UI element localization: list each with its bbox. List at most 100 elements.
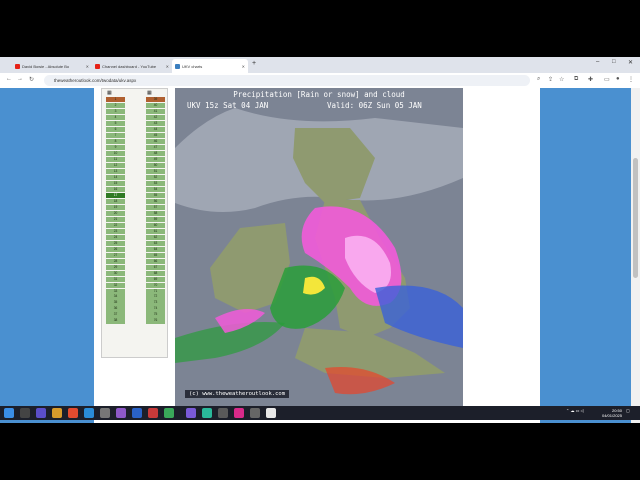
tab-1[interactable]: David Bowie - Absolute Bo ✕: [12, 59, 92, 73]
sidebar-icon[interactable]: ▭: [604, 76, 610, 83]
hour-cell[interactable]: 31: [106, 276, 125, 282]
minimize-icon[interactable]: –: [596, 59, 599, 65]
hour-cell[interactable]: 51: [146, 168, 165, 175]
app-icon[interactable]: [68, 408, 78, 418]
puzzle-icon[interactable]: ✚: [588, 76, 593, 83]
hour-cell[interactable]: 64: [146, 246, 165, 252]
hour-cell[interactable]: 30: [106, 270, 125, 276]
hour-cell[interactable]: 22: [106, 222, 125, 229]
app-icon[interactable]: [250, 408, 260, 418]
tab-3[interactable]: UKV charts ✕: [172, 59, 248, 73]
edge-icon[interactable]: [84, 408, 94, 418]
search-icon[interactable]: [20, 408, 30, 418]
hour-cell[interactable]: 62: [146, 234, 165, 241]
hour-cell[interactable]: 26: [106, 246, 125, 252]
hour-cell[interactable]: 18: [106, 198, 125, 205]
hour-cell[interactable]: 25: [106, 240, 125, 247]
hour-cell[interactable]: 45: [146, 132, 165, 139]
hour-cell[interactable]: 74: [146, 306, 165, 312]
tab-2[interactable]: Channel dashboard - YouTube ✕: [92, 59, 172, 73]
hour-cell[interactable]: 21: [106, 216, 125, 223]
hour-cell[interactable]: 52: [146, 174, 165, 181]
hour-cell[interactable]: 39: [146, 97, 165, 103]
close-icon[interactable]: ✕: [166, 64, 169, 69]
reload-icon[interactable]: ↻: [29, 76, 34, 83]
hour-cell[interactable]: 4: [106, 114, 125, 121]
profile-icon[interactable]: ●: [616, 76, 620, 82]
app-icon[interactable]: [116, 408, 126, 418]
tray-icons[interactable]: ⌃ ☁ ▭ ◁: [566, 408, 584, 413]
hour-cell[interactable]: 68: [146, 270, 165, 276]
hour-cell[interactable]: 33: [106, 288, 125, 294]
chrome-icon[interactable]: [266, 408, 276, 418]
app-icon[interactable]: [234, 408, 244, 418]
bookmark-star-icon[interactable]: ☆: [559, 76, 564, 83]
hour-cell[interactable]: 56: [146, 198, 165, 205]
hour-cell[interactable]: 46: [146, 138, 165, 145]
hour-cell[interactable]: 9: [106, 144, 125, 151]
hour-cell[interactable]: 72: [146, 294, 165, 300]
hour-cell[interactable]: 37: [106, 312, 125, 318]
hour-cell[interactable]: 23: [106, 228, 125, 235]
hour-cell[interactable]: 27: [106, 252, 125, 258]
hour-cell[interactable]: 71: [146, 288, 165, 294]
hour-cell[interactable]: 8: [106, 138, 125, 145]
hour-cell[interactable]: 75: [146, 312, 165, 318]
hour-cell[interactable]: 69: [146, 276, 165, 282]
hour-cell[interactable]: 67: [146, 264, 165, 270]
hour-cell[interactable]: 50: [146, 162, 165, 169]
share-icon[interactable]: ⇪: [548, 76, 553, 83]
clock[interactable]: 20:50 04/01/2025: [598, 408, 622, 418]
hour-cell[interactable]: 16: [106, 186, 125, 193]
app-icon[interactable]: [132, 408, 142, 418]
hour-cell[interactable]: 35: [106, 300, 125, 306]
hour-cell[interactable]: 11: [106, 156, 125, 163]
close-icon[interactable]: ✕: [86, 64, 89, 69]
back-icon[interactable]: ←: [6, 76, 12, 82]
menu-icon[interactable]: ⋮: [628, 76, 634, 83]
hour-cell[interactable]: 6: [106, 126, 125, 133]
hour-cell[interactable]: 3: [106, 108, 125, 115]
hour-cell[interactable]: 41: [146, 108, 165, 115]
hour-cell[interactable]: 7: [106, 132, 125, 139]
app-icon[interactable]: [218, 408, 228, 418]
hour-cell[interactable]: 63: [146, 240, 165, 247]
hour-cell[interactable]: 61: [146, 228, 165, 235]
close-window-icon[interactable]: ✕: [628, 59, 633, 66]
app-icon[interactable]: [148, 408, 158, 418]
hour-cell[interactable]: 36: [106, 306, 125, 312]
maximize-icon[interactable]: □: [612, 59, 616, 65]
hour-cell[interactable]: 19: [106, 204, 125, 211]
hour-cell[interactable]: 34: [106, 294, 125, 300]
hour-cell[interactable]: 65: [146, 252, 165, 258]
hour-cell[interactable]: 29: [106, 264, 125, 270]
app-icon[interactable]: [100, 408, 110, 418]
hour-cell[interactable]: 55: [146, 192, 165, 199]
hour-cell[interactable]: 5: [106, 120, 125, 127]
hour-cell[interactable]: 20: [106, 210, 125, 217]
hour-cell[interactable]: 44: [146, 126, 165, 133]
hour-cell[interactable]: 13: [106, 168, 125, 175]
hour-cell[interactable]: 24: [106, 234, 125, 241]
hour-cell[interactable]: 14: [106, 174, 125, 181]
hour-cell[interactable]: 70: [146, 282, 165, 288]
hour-cell[interactable]: 57: [146, 204, 165, 211]
notification-icon[interactable]: ▢: [626, 408, 630, 413]
close-icon[interactable]: ✕: [242, 64, 245, 69]
folder-icon[interactable]: [52, 408, 62, 418]
hour-cell[interactable]: 76: [146, 318, 165, 324]
hour-cell[interactable]: 38: [106, 318, 125, 324]
scrollbar-thumb[interactable]: [633, 158, 638, 278]
hour-cell[interactable]: 10: [106, 150, 125, 157]
hour-cell[interactable]: 49: [146, 156, 165, 163]
app-icon[interactable]: [202, 408, 212, 418]
hour-cell[interactable]: 60: [146, 222, 165, 229]
url-field[interactable]: theweatheroutlook.com/twodata/ukv.aspx: [44, 75, 530, 86]
new-tab-button[interactable]: +: [252, 60, 256, 67]
app-icon[interactable]: [36, 408, 46, 418]
hour-cell[interactable]: 12: [106, 162, 125, 169]
start-icon[interactable]: [4, 408, 14, 418]
extension-icon[interactable]: ⧉: [574, 76, 578, 83]
hour-cell[interactable]: 2: [106, 102, 125, 109]
forward-icon[interactable]: →: [17, 76, 23, 82]
